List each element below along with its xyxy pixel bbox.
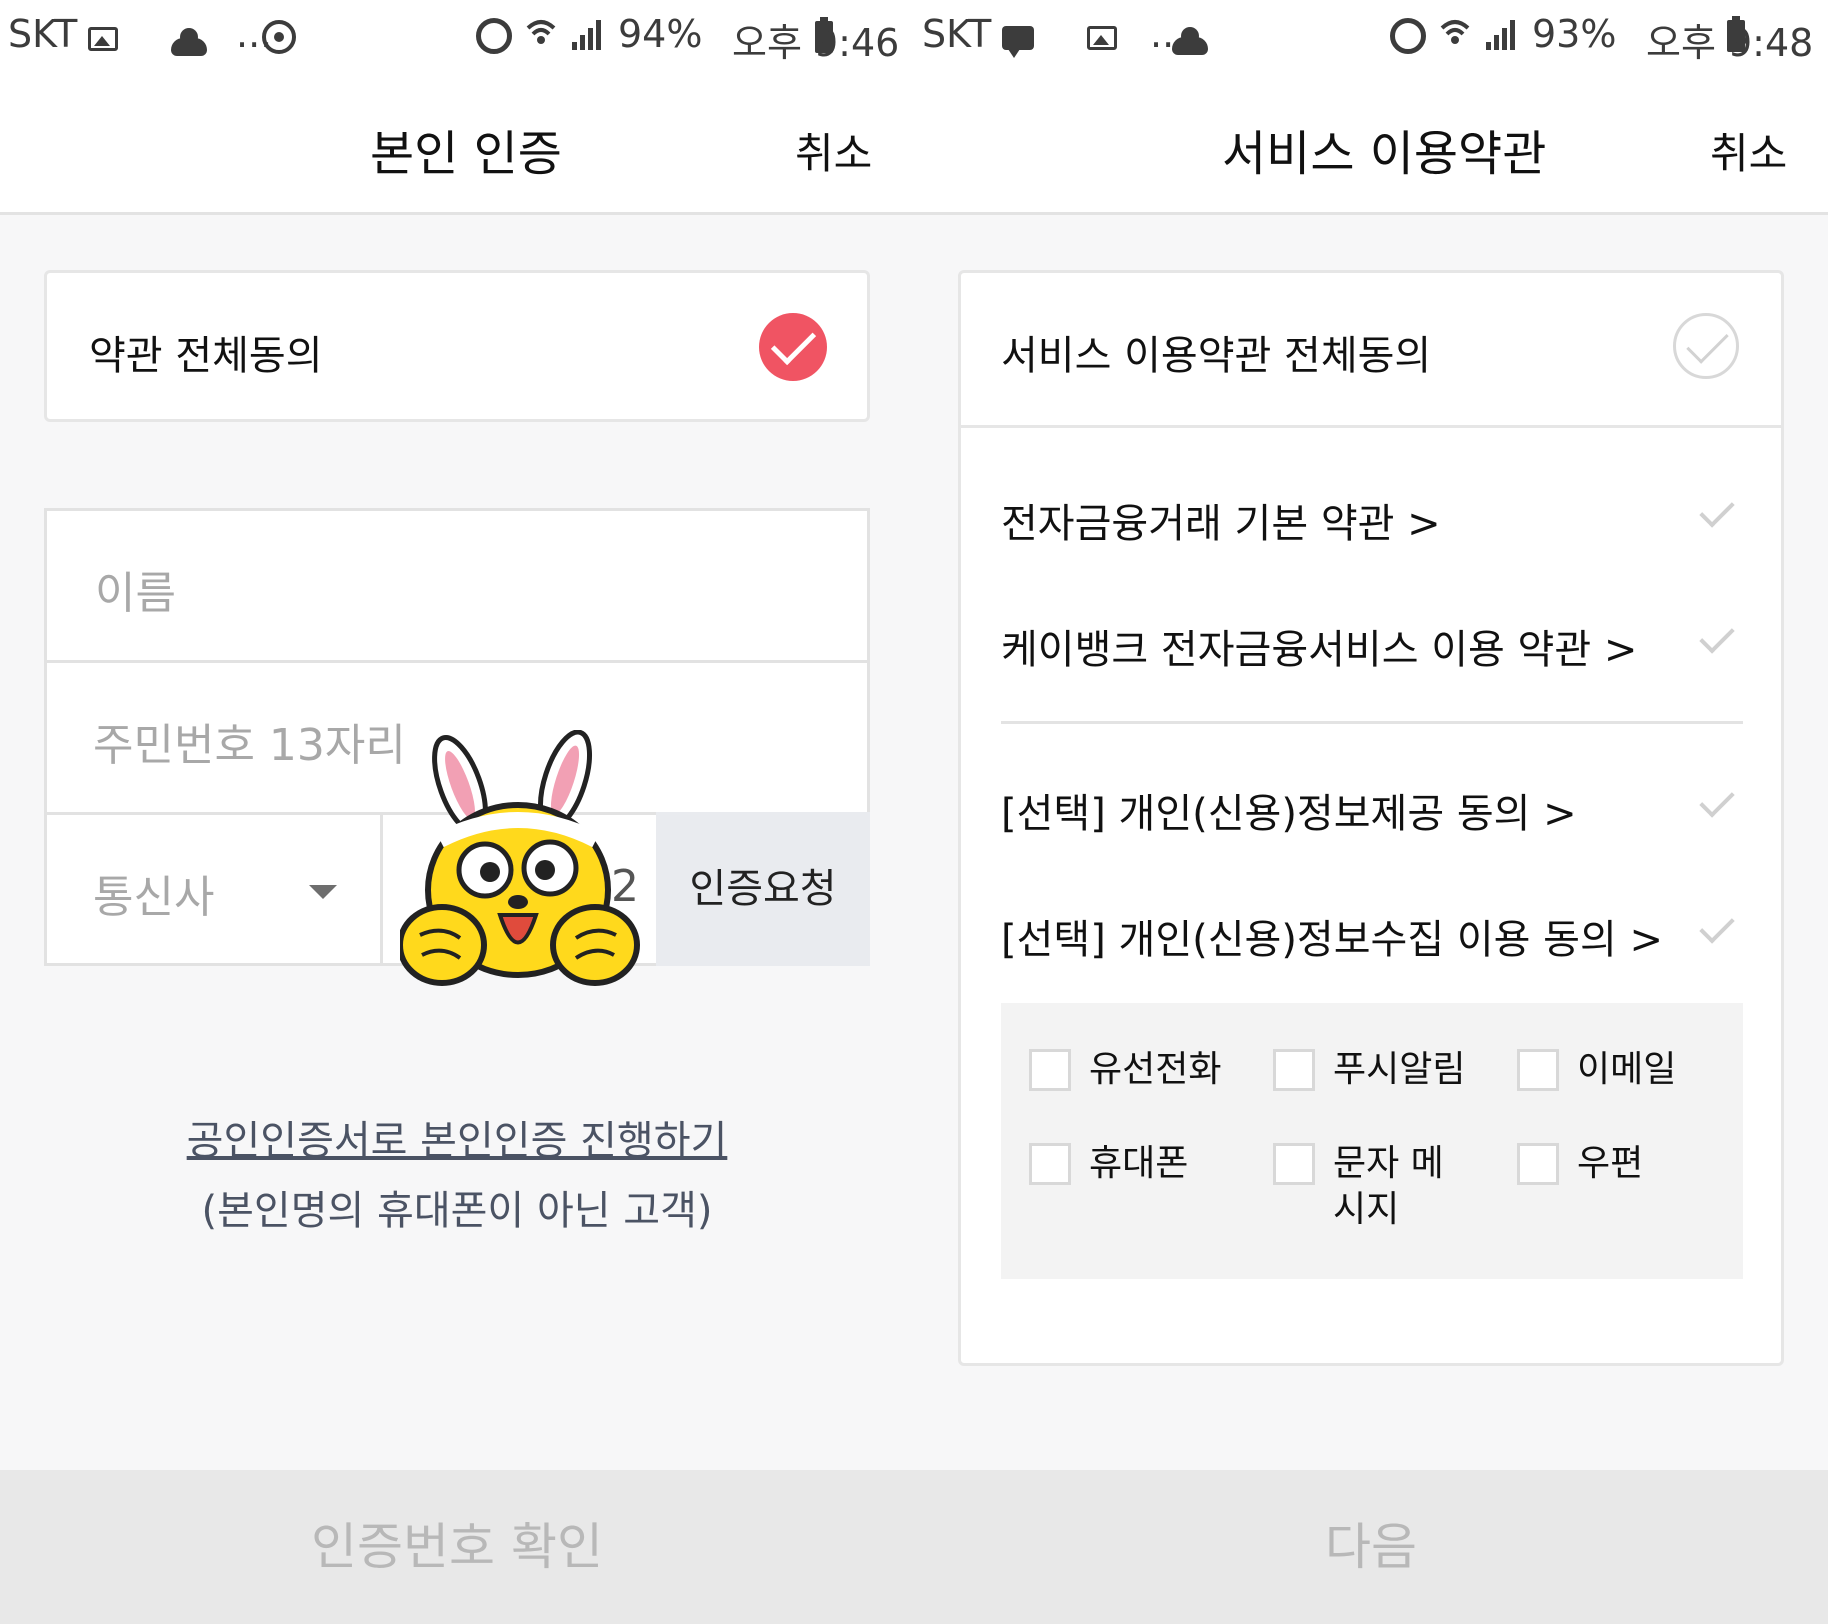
certificate-auth-link[interactable]: 공인인증서로 본인인증 진행하기 <box>0 1108 914 1166</box>
term-item[interactable]: [선택] 개인(신용)정보수집 이용 동의 > <box>1001 907 1663 965</box>
image-icon <box>88 27 118 51</box>
check-icon <box>1686 321 1729 364</box>
next-button[interactable]: 다음 <box>914 1470 1828 1624</box>
page-title: 서비스 이용약관 <box>1222 126 1547 182</box>
app-header: 본인 인증 취소 <box>0 76 914 215</box>
channel-label: 휴대폰 <box>1089 1143 1189 1184</box>
terms-of-service-screen: SKT ... 93% 오후 9:48 서비스 이용약관 취소 서비스 이용약관… <box>914 0 1828 1624</box>
wifi-icon <box>526 20 556 44</box>
term-item[interactable]: [선택] 개인(신용)정보제공 동의 > <box>1001 781 1577 839</box>
agree-all-checkbox[interactable] <box>759 313 827 381</box>
more-notifications: ... <box>236 12 273 56</box>
chat-icon <box>1002 26 1034 58</box>
channel-checkbox[interactable] <box>1029 1143 1071 1185</box>
more-notifications: ... <box>1150 12 1187 56</box>
agree-all-checkbox[interactable] <box>1673 313 1739 379</box>
channel-label: 문자 메시지 <box>1333 1143 1444 1230</box>
check-icon[interactable] <box>1699 618 1735 654</box>
app-header: 서비스 이용약관 취소 <box>914 76 1828 215</box>
channel-checkbox[interactable] <box>1273 1143 1315 1185</box>
channel-checkbox[interactable] <box>1517 1143 1559 1185</box>
battery-percent: 93% <box>1532 12 1617 56</box>
agree-all-label: 약관 전체동의 <box>89 333 323 379</box>
page-title: 본인 인증 <box>370 126 562 182</box>
channel-checkbox[interactable] <box>1517 1049 1559 1091</box>
cancel-button[interactable]: 취소 <box>1710 120 1787 181</box>
term-item[interactable]: 케이뱅크 전자금융서비스 이용 약관 > <box>1001 617 1637 675</box>
request-verification-button[interactable]: 인증요청 <box>656 812 870 966</box>
status-bar: SKT ... 94% 오후 9:46 <box>0 0 914 76</box>
cloud-icon <box>171 28 208 56</box>
term-item[interactable]: 전자금융거래 기본 약관 > <box>1001 491 1441 549</box>
agree-all-label: 서비스 이용약관 전체동의 <box>1001 333 1432 379</box>
contact-channel-options: 유선전화 푸시알림 이메일 휴대폰 문자 메시지 우편 <box>1001 1003 1743 1279</box>
name-placeholder: 이름 <box>95 568 176 619</box>
name-input[interactable]: 이름 <box>44 508 870 664</box>
check-icon <box>770 319 817 366</box>
agree-all-card[interactable]: 약관 전체동의 <box>44 270 870 422</box>
carrier-label: SKT <box>922 12 992 56</box>
channel-label: 이메일 <box>1577 1049 1677 1090</box>
certificate-auth-note: (본인명의 휴대폰이 아닌 고객) <box>201 1188 713 1234</box>
carrier-select[interactable]: 통신사 <box>44 812 384 966</box>
signal-icon <box>572 20 601 50</box>
check-icon[interactable] <box>1699 782 1735 818</box>
confirm-code-button[interactable]: 인증번호 확인 <box>0 1470 914 1624</box>
alarm-icon <box>1390 18 1426 54</box>
battery-percent: 94% <box>618 12 703 56</box>
check-icon[interactable] <box>1699 908 1735 944</box>
agree-all-row[interactable]: 서비스 이용약관 전체동의 <box>961 273 1781 428</box>
channel-checkbox[interactable] <box>1029 1049 1071 1091</box>
channel-checkbox[interactable] <box>1273 1049 1315 1091</box>
cancel-button[interactable]: 취소 <box>795 120 872 181</box>
rrn-placeholder: 주민번호 13자리 <box>93 720 406 771</box>
status-time: 오후 9:48 <box>1646 21 1814 65</box>
alarm-icon <box>476 18 512 54</box>
rabbit-character-sticker <box>400 730 640 986</box>
channel-label: 우편 <box>1577 1143 1644 1184</box>
carrier-label: SKT <box>8 12 78 56</box>
chevron-down-icon <box>309 885 337 899</box>
channel-label: 푸시알림 <box>1333 1049 1466 1090</box>
channel-label: 유선전화 <box>1089 1049 1222 1090</box>
status-bar: SKT ... 93% 오후 9:48 <box>914 0 1828 76</box>
terms-card: 서비스 이용약관 전체동의 전자금융거래 기본 약관 > 케이뱅크 전자금융서비… <box>958 270 1784 1366</box>
identity-verification-screen: SKT ... 94% 오후 9:46 본인 인증 취소 약관 전체동의 이름 <box>0 0 914 1624</box>
divider <box>1001 721 1743 724</box>
signal-icon <box>1486 20 1515 50</box>
status-time: 오후 9:46 <box>732 21 900 65</box>
check-icon[interactable] <box>1699 492 1735 528</box>
carrier-placeholder: 통신사 <box>93 872 215 923</box>
image-icon <box>1087 26 1118 50</box>
wifi-icon <box>1440 20 1470 44</box>
